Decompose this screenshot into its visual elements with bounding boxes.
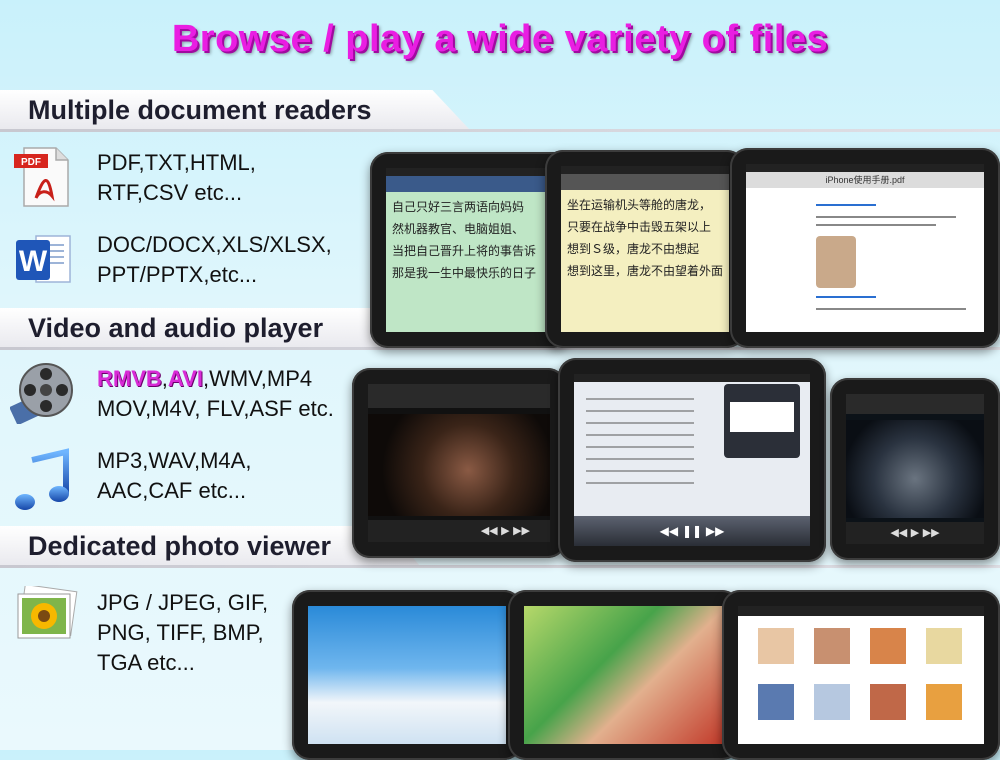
now-playing-popup bbox=[724, 384, 800, 458]
reader-text: 自己只好三言两语向妈妈 然机器教官、电脑姐姐、 当把自己晋升上将的事告诉 那是我… bbox=[392, 200, 537, 280]
pdf-badge-text: PDF bbox=[21, 157, 41, 168]
photo-sunflower-icon bbox=[14, 584, 78, 642]
word-letter: W bbox=[19, 245, 48, 278]
film-reel-icon bbox=[9, 360, 76, 426]
tablet-photo-grid bbox=[722, 590, 1000, 760]
word-document-icon: W bbox=[14, 230, 74, 290]
office-formats-text: DOC/DOCX,XLS/XLSX, PPT/PPTX,etc... bbox=[97, 232, 332, 287]
page-title: Browse / play a wide variety of files bbox=[171, 18, 829, 60]
tablet-video-player-left: ◀◀ ▶ ▶▶ bbox=[352, 368, 566, 558]
playback-controls[interactable]: ◀◀ ▶ ▶▶ bbox=[368, 520, 550, 542]
section-heading: Video and audio player bbox=[28, 313, 324, 343]
audio-formats-text: MP3,WAV,M4A, AAC,CAF etc... bbox=[97, 448, 252, 503]
section-heading: Dedicated photo viewer bbox=[28, 531, 332, 561]
photo-formats-text: JPG / JPEG, GIF, PNG, TIFF, BMP, TGA etc… bbox=[97, 590, 269, 675]
section-banner-documents: Multiple document readers bbox=[0, 90, 1000, 132]
section-heading: Multiple document readers bbox=[28, 95, 372, 125]
playback-controls[interactable]: ◀◀ ▶ ▶▶ bbox=[846, 522, 984, 544]
audio-controls[interactable]: ◀◀ ❚❚ ▶▶ bbox=[574, 516, 810, 546]
music-note-icon bbox=[14, 448, 70, 514]
pdf-formats-text: PDF,TXT,HTML, RTF,CSV etc... bbox=[97, 150, 256, 205]
tablet-reader-yellow: 坐在运输机头等舱的唐龙， 只要在战争中击毁五架以上 想到Ｓ级，唐龙不由想起 想到… bbox=[545, 150, 745, 348]
tablet-photo-sky bbox=[292, 590, 522, 760]
pdf-title-bar: iPhone使用手册.pdf bbox=[746, 172, 984, 188]
tablet-pdf-viewer: iPhone使用手册.pdf bbox=[730, 148, 1000, 348]
video-formats-text: RMVB,AVI,WMV,MP4 MOV,M4V, FLV,ASF etc. bbox=[97, 366, 334, 421]
tablet-video-player-right: ◀◀ ▶ ▶▶ bbox=[830, 378, 1000, 560]
tablet-photo-anime bbox=[508, 590, 740, 760]
pdf-file-icon: PDF bbox=[14, 146, 72, 208]
tablet-audio-player: ◀◀ ❚❚ ▶▶ bbox=[558, 358, 826, 562]
reader-text: 坐在运输机头等舱的唐龙， 只要在战争中击毁五架以上 想到Ｓ级，唐龙不由想起 想到… bbox=[567, 198, 724, 278]
tablet-reader-green: 自己只好三言两语向妈妈 然机器教官、电脑姐姐、 当把自己晋升上将的事告诉 那是我… bbox=[370, 152, 570, 348]
